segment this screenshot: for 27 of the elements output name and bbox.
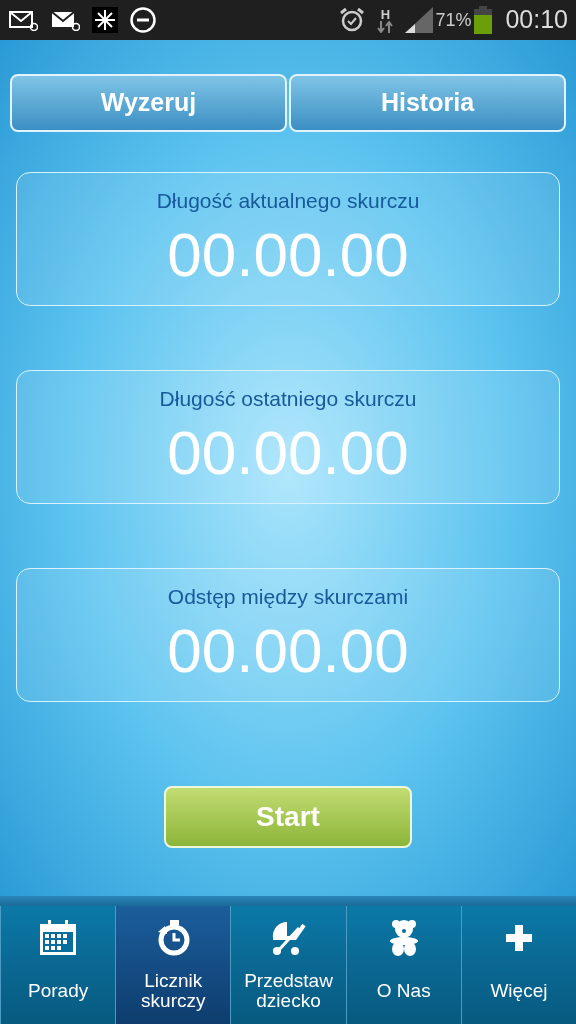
timer-label: Długość aktualnego skurczu (156, 188, 420, 214)
plus-icon (505, 925, 532, 951)
nav-tab[interactable]: Porady (0, 906, 116, 1024)
nav-tab[interactable]: Więcej (460, 906, 576, 1024)
calendar-icon (39, 920, 78, 956)
signal-icon (405, 7, 434, 33)
email-icon (50, 9, 80, 31)
network-type-text: H (380, 7, 391, 21)
email-icon (8, 9, 38, 31)
stroller-icon (270, 920, 307, 956)
nav-tab[interactable]: O Nas (345, 906, 461, 1024)
asterisk-icon (92, 7, 118, 33)
battery-icon (473, 6, 494, 34)
do-not-disturb-icon (130, 7, 156, 33)
teddy-bear-icon (387, 920, 420, 956)
battery-percentage: 71% (435, 8, 472, 32)
stopwatch-icon (156, 920, 191, 956)
timer-value: 00.00.00 (167, 218, 409, 291)
alarm-clock-icon (339, 7, 366, 33)
timer-value: 00.00.00 (167, 416, 409, 489)
timer-label: Długość ostatniego skurczu (159, 386, 417, 412)
clock-time: 00:10 (505, 4, 568, 36)
nav-tab[interactable]: Licznik skurczy (115, 906, 231, 1024)
timer-value: 00.00.00 (167, 614, 409, 687)
nav-tab[interactable]: Przedstaw dziecko (230, 906, 346, 1024)
timer-label: Odstęp między skurczami (167, 584, 409, 610)
data-arrows-icon (377, 20, 394, 33)
